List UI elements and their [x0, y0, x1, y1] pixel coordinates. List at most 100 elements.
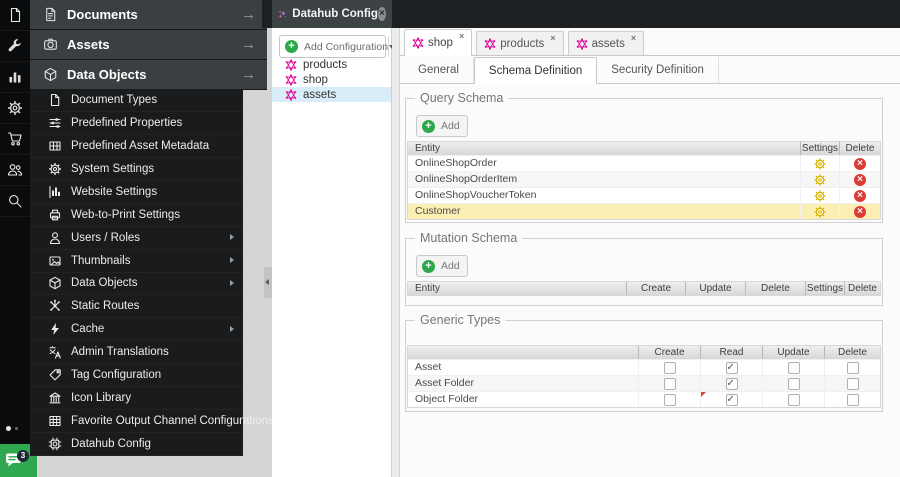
settings-gear-icon[interactable] [814, 157, 826, 170]
column-header-entity[interactable]: Entity [408, 282, 626, 295]
table-row[interactable]: Object Folder [408, 391, 880, 407]
menu-item-static-routes[interactable]: Static Routes [30, 295, 243, 319]
ecommerce-cart-icon[interactable] [0, 124, 30, 155]
tree-item-assets[interactable]: assets [272, 87, 391, 103]
checkbox[interactable] [787, 361, 800, 374]
delete-icon[interactable]: × [854, 189, 866, 202]
checkbox[interactable] [725, 392, 738, 407]
settings-icon[interactable] [0, 93, 30, 124]
settings-gear-icon[interactable] [814, 189, 826, 202]
table-row[interactable]: OnlineShopVoucherToken × [408, 187, 880, 203]
update-cell[interactable] [762, 392, 824, 407]
create-cell[interactable] [638, 376, 700, 391]
sidebar-section-documents[interactable]: Documents → [30, 0, 267, 29]
close-icon[interactable]: × [459, 32, 464, 41]
menu-item-system-settings[interactable]: System Settings [30, 158, 243, 181]
read-cell[interactable] [700, 360, 762, 375]
read-cell[interactable] [700, 376, 762, 391]
menu-item-web-to-print-settings[interactable]: Web-to-Print Settings [30, 204, 243, 227]
subtab-security-definition[interactable]: Security Definition [597, 57, 719, 83]
checkbox[interactable] [846, 377, 859, 390]
pager-dot-active[interactable] [6, 426, 11, 431]
menu-item-predefined-asset-metadata[interactable]: Predefined Asset Metadata [30, 135, 243, 158]
menu-item-users-roles[interactable]: Users / Roles [30, 227, 243, 250]
menu-item-tag-configuration[interactable]: Tag Configuration [30, 364, 243, 388]
subtab-schema-definition[interactable]: Schema Definition [473, 57, 598, 84]
column-header-delete[interactable]: Delete [839, 142, 880, 155]
table-row[interactable]: OnlineShopOrder × [408, 155, 880, 171]
subtab-general[interactable]: General [404, 57, 474, 83]
update-cell[interactable] [762, 360, 824, 375]
tree-content-splitter[interactable] [392, 28, 399, 477]
checkbox[interactable] [787, 377, 800, 390]
checkbox[interactable] [725, 360, 738, 375]
search-icon[interactable] [0, 186, 30, 217]
add-configuration-button[interactable]: + Add Configuration [279, 35, 396, 58]
expand-arrow-icon[interactable]: → [241, 36, 256, 53]
close-icon[interactable]: × [631, 34, 636, 43]
panel-collapse-handle[interactable] [264, 267, 272, 298]
checkbox[interactable] [787, 393, 800, 406]
tree-item-shop[interactable]: shop [272, 73, 391, 88]
tab-assets[interactable]: assets × [567, 31, 645, 55]
menu-item-predefined-properties[interactable]: Predefined Properties [30, 112, 243, 135]
expand-arrow-icon[interactable]: → [241, 66, 256, 83]
checkbox[interactable] [663, 377, 676, 390]
iconbar-pager-dots[interactable] [0, 424, 30, 434]
menu-item-icon-library[interactable]: Icon Library [30, 387, 243, 411]
table-row-selected[interactable]: Customer × [408, 203, 880, 219]
menu-item-favorite-output-channel-configurations[interactable]: Favorite Output Channel Configurations [30, 410, 274, 434]
delete-icon[interactable]: × [854, 157, 866, 170]
table-row[interactable]: Asset Folder [408, 375, 880, 391]
checkbox[interactable] [846, 393, 859, 406]
delete-icon[interactable]: × [854, 205, 866, 218]
window-tab-datahub-config[interactable]: Datahub Config × [272, 0, 392, 28]
update-cell[interactable] [762, 376, 824, 391]
table-row[interactable]: OnlineShopOrderItem × [408, 171, 880, 187]
column-header-settings[interactable]: Settings [805, 282, 844, 295]
menu-item-cache[interactable]: Cache [30, 318, 243, 342]
menu-item-document-types[interactable]: Document Types [30, 89, 243, 112]
menu-item-website-settings[interactable]: Website Settings [30, 181, 243, 204]
tab-shop[interactable]: shop × [404, 29, 473, 56]
delete-cell[interactable] [824, 392, 880, 407]
checkbox[interactable] [663, 393, 676, 406]
settings-gear-icon[interactable] [814, 205, 826, 218]
tab-products[interactable]: products × [476, 31, 564, 55]
tree-item-products[interactable]: products [272, 58, 391, 73]
delete-icon[interactable]: × [854, 173, 866, 186]
query-schema-add-button[interactable]: + Add [416, 115, 468, 137]
close-icon[interactable]: × [377, 7, 386, 21]
sidebar-section-data-objects[interactable]: Data Objects → [30, 60, 267, 89]
column-header-delete[interactable]: Delete [745, 282, 805, 295]
expand-arrow-icon[interactable]: → [241, 6, 256, 23]
create-cell[interactable] [638, 392, 700, 407]
users-icon[interactable] [0, 155, 30, 186]
wrench-icon[interactable] [0, 31, 30, 62]
column-header-entity[interactable]: Entity [408, 142, 800, 155]
row-delete-cell[interactable]: × [839, 156, 880, 171]
delete-cell[interactable] [824, 360, 880, 375]
pager-dot[interactable] [15, 427, 18, 430]
checkbox[interactable] [725, 376, 738, 391]
menu-item-thumbnails[interactable]: Thumbnails [30, 250, 243, 273]
close-icon[interactable]: × [550, 34, 555, 43]
column-header-delete[interactable]: Delete [824, 346, 880, 359]
reports-icon[interactable] [0, 62, 30, 93]
column-header-update[interactable]: Update [762, 346, 824, 359]
checkbox[interactable] [846, 361, 859, 374]
table-row[interactable]: Asset [408, 359, 880, 375]
row-settings-cell[interactable] [800, 188, 839, 203]
create-cell[interactable] [638, 360, 700, 375]
column-header-create[interactable]: Create [638, 346, 700, 359]
row-settings-cell[interactable] [800, 156, 839, 171]
row-settings-cell[interactable] [800, 172, 839, 187]
column-header-delete[interactable]: Delete [844, 282, 880, 295]
menu-item-admin-translations[interactable]: Admin Translations [30, 341, 243, 365]
menu-item-datahub-config[interactable]: Datahub Config [30, 433, 243, 456]
column-header-create[interactable]: Create [626, 282, 685, 295]
row-delete-cell[interactable]: × [839, 172, 880, 187]
column-header-update[interactable]: Update [685, 282, 745, 295]
menu-item-data-objects[interactable]: Data Objects [30, 273, 243, 296]
sidebar-section-assets[interactable]: Assets → [30, 30, 267, 59]
